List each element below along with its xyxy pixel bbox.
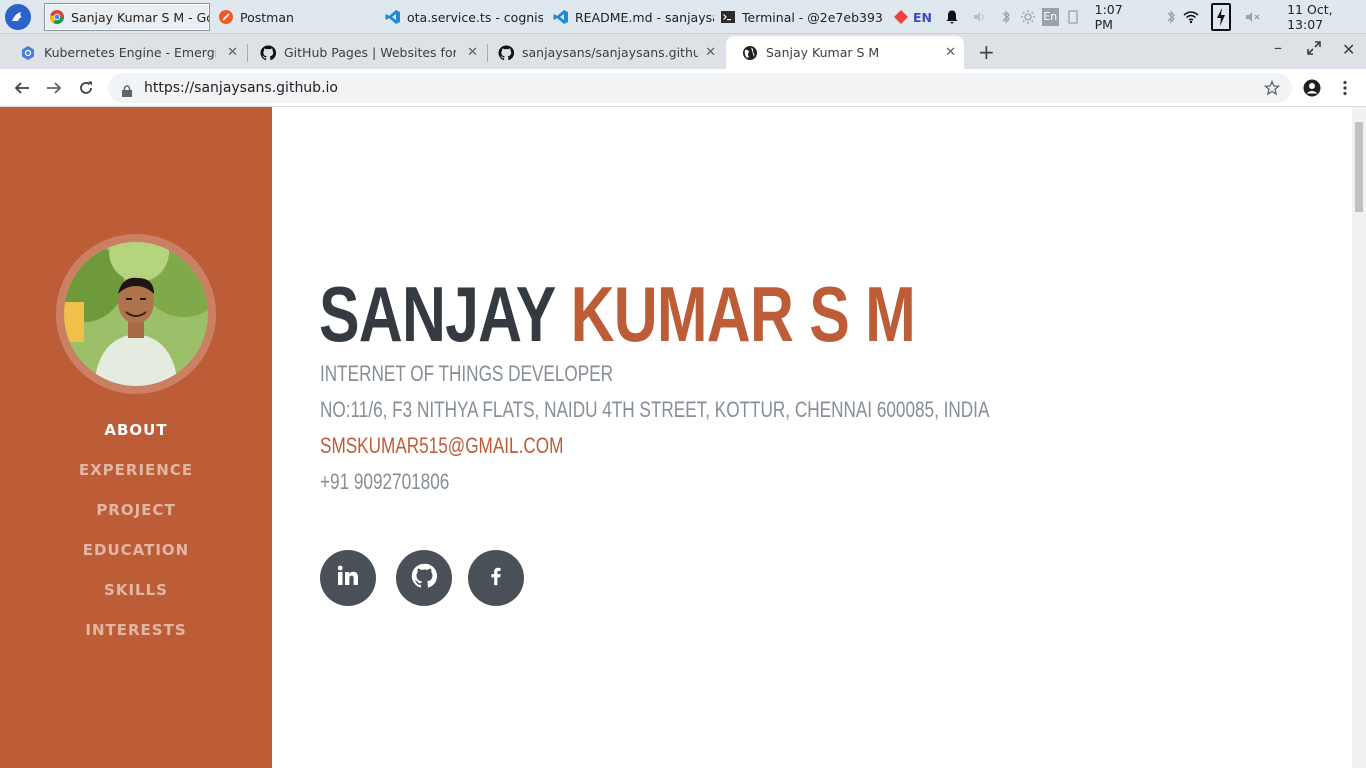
tab-title: Sanjay Kumar S M: [766, 45, 880, 60]
bluetooth-status-icon[interactable]: [1163, 9, 1179, 25]
menu-dots-icon[interactable]: [1334, 77, 1356, 99]
close-tab-icon[interactable]: ✕: [467, 45, 478, 60]
restore-icon[interactable]: [1307, 40, 1321, 59]
minimize-icon[interactable]: –: [1274, 38, 1282, 57]
new-tab-icon[interactable]: +: [978, 40, 995, 64]
lock-icon: [122, 82, 132, 97]
clipboard-icon[interactable]: [1065, 9, 1081, 25]
github-icon: [498, 44, 514, 61]
close-window-icon[interactable]: ✕: [1342, 40, 1355, 59]
tab-title: GitHub Pages | Websites for yo: [284, 45, 456, 60]
chrome-icon: [49, 9, 65, 25]
battery-charging-icon[interactable]: [1211, 3, 1232, 31]
browser-tab[interactable]: GitHub Pages | Websites for yo ✕: [244, 36, 486, 69]
task-label: README.md - sanjaysa...: [575, 9, 714, 25]
task-vscode-readme[interactable]: README.md - sanjaysa...: [549, 3, 714, 31]
address-bar[interactable]: https://sanjaysans.github.io: [108, 73, 1292, 103]
task-label: Sanjay Kumar S M - Go...: [71, 9, 209, 25]
globe-icon: [742, 45, 758, 61]
task-label: Postman: [240, 9, 294, 25]
task-chrome[interactable]: Sanjay Kumar S M - Go...: [44, 3, 210, 31]
role-text: Internet of Things Developer: [320, 361, 614, 386]
phone-text: +91 9092701806: [320, 469, 450, 494]
task-label: ota.service.ts - cognise...: [407, 9, 543, 25]
sidebar-nav: ABOUT EXPERIENCE PROJECT EDUCATION SKILL…: [0, 419, 272, 659]
avatar: [64, 242, 208, 386]
browser-tab[interactable]: sanjaysans/sanjaysans.github.io ✕: [482, 36, 724, 69]
url-text[interactable]: https://sanjaysans.github.io: [144, 80, 338, 96]
browser-tab-active[interactable]: Sanjay Kumar S M ✕: [726, 36, 964, 69]
kubernetes-icon: [20, 45, 36, 61]
task-label: Terminal - @2e7eb393...: [742, 9, 882, 25]
task-terminal[interactable]: Terminal - @2e7eb393...: [716, 3, 882, 31]
first-name: SANJAY: [319, 270, 555, 358]
address-text: No:11/6, F3 Nithya Flats, Naidu 4th Stre…: [320, 397, 990, 422]
volume-wave-icon[interactable]: [972, 9, 988, 25]
profile-icon[interactable]: [1301, 77, 1323, 99]
input-method-badge[interactable]: En: [1042, 8, 1059, 26]
github-icon: [411, 563, 438, 593]
browser-tab[interactable]: Kubernetes Engine - Emerging ✕: [4, 36, 246, 69]
nav-experience[interactable]: EXPERIENCE: [0, 459, 272, 499]
back-icon[interactable]: [11, 77, 33, 99]
bluetooth-icon[interactable]: [998, 9, 1014, 25]
postman-icon: [218, 9, 234, 25]
page-title: SANJAY KUMAR S M: [319, 269, 916, 359]
system-tray: EN En 1:07 PM 11 Oct, 13:07: [893, 0, 1366, 34]
keyboard-layout-label[interactable]: EN: [913, 10, 932, 25]
facebook-button[interactable]: [468, 550, 524, 606]
task-vscode-ota[interactable]: ota.service.ts - cognise...: [381, 3, 543, 31]
tab-title: sanjaysans/sanjaysans.github.io: [522, 45, 698, 60]
facebook-icon: [485, 565, 507, 591]
last-name: KUMAR S M: [570, 270, 916, 358]
scrollbar-thumb[interactable]: [1355, 122, 1363, 212]
forward-icon[interactable]: [43, 77, 65, 99]
browser-tab-strip: Kubernetes Engine - Emerging ✕ GitHub Pa…: [0, 34, 1366, 69]
linkedin-icon: [336, 564, 360, 592]
email-link[interactable]: SMSKUMAR515@GMAIL.COM: [320, 433, 563, 459]
avatar-frame: [56, 234, 216, 394]
nav-interests[interactable]: INTERESTS: [0, 619, 272, 659]
site-sidebar: ABOUT EXPERIENCE PROJECT EDUCATION SKILL…: [0, 107, 272, 768]
github-icon: [260, 44, 276, 61]
vscode-icon: [385, 9, 401, 25]
about-section: SANJAY KUMAR S M Internet of Things Deve…: [272, 107, 1352, 768]
terminal-icon: [720, 9, 736, 25]
github-button[interactable]: [396, 550, 452, 606]
close-tab-icon[interactable]: ✕: [227, 45, 238, 60]
linkedin-button[interactable]: [320, 550, 376, 606]
os-taskbar: Sanjay Kumar S M - Go... Postman ota.ser…: [0, 0, 1366, 34]
close-tab-icon[interactable]: ✕: [705, 45, 716, 60]
tab-title: Kubernetes Engine - Emerging: [44, 45, 216, 60]
nav-about[interactable]: ABOUT: [0, 419, 272, 459]
anydesk-icon[interactable]: [893, 9, 909, 25]
wifi-icon[interactable]: [1183, 9, 1199, 25]
clock-time[interactable]: 1:07 PM: [1095, 2, 1141, 32]
vscode-icon: [553, 9, 569, 25]
bookmark-star-icon[interactable]: [1263, 79, 1281, 100]
close-tab-icon[interactable]: ✕: [945, 45, 956, 60]
nav-education[interactable]: EDUCATION: [0, 539, 272, 579]
brightness-icon[interactable]: [1020, 9, 1036, 25]
browser-toolbar: https://sanjaysans.github.io: [0, 69, 1366, 107]
page-scrollbar[interactable]: [1352, 107, 1366, 768]
task-postman[interactable]: Postman: [214, 3, 374, 31]
nav-project[interactable]: PROJECT: [0, 499, 272, 539]
clock-date[interactable]: 11 Oct, 13:07: [1287, 2, 1366, 32]
os-menu-icon[interactable]: [5, 4, 31, 30]
volume-muted-icon[interactable]: [1245, 9, 1261, 25]
notification-bell-icon[interactable]: [944, 9, 960, 25]
reload-icon[interactable]: [75, 77, 97, 99]
nav-skills[interactable]: SKILLS: [0, 579, 272, 619]
